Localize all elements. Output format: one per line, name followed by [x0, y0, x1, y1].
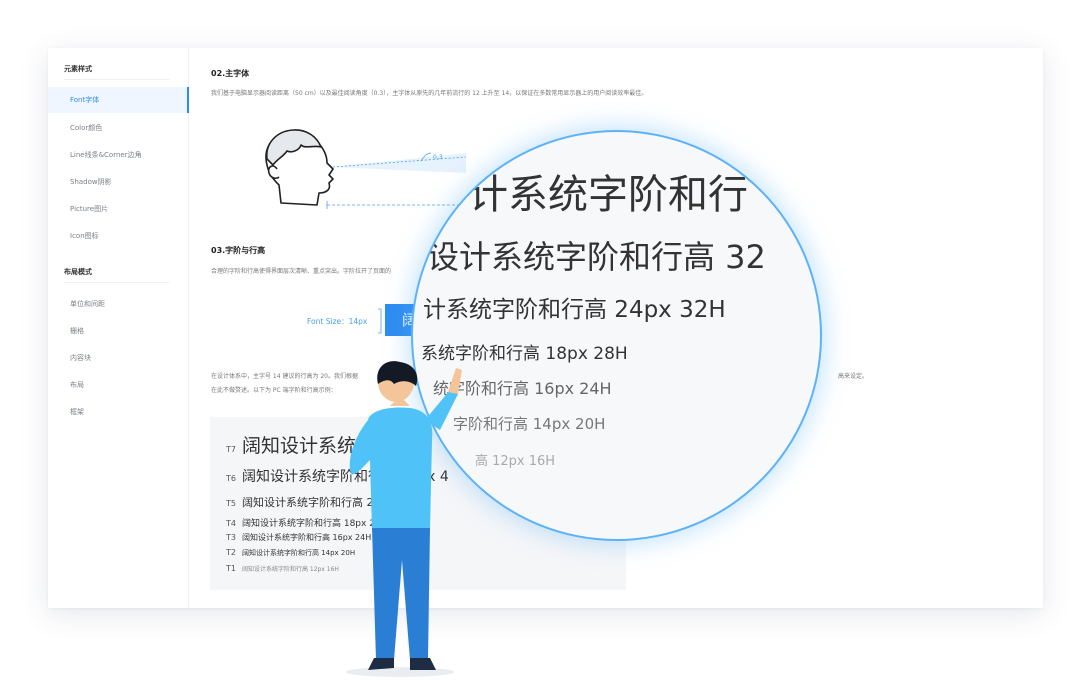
- magnifier-lens: 计系统字阶和行 设计系统字阶和行高 32 计系统字阶和行高 24px 32H 系…: [413, 132, 820, 539]
- sidebar-item-line-corner[interactable]: Line线条&Corner边角: [48, 142, 188, 168]
- sidebar-item-shadow[interactable]: Shadow阴影: [48, 169, 188, 195]
- pants: [372, 528, 430, 660]
- magnified-line-t1: 高 12px 16H: [475, 454, 556, 469]
- sidebar-item-content-block[interactable]: 内容块: [48, 345, 188, 371]
- type-tag: T3: [226, 533, 236, 542]
- left-shoe: [368, 658, 394, 670]
- head-profile-icon: [265, 129, 334, 206]
- magnified-line-t6: 设计系统字阶和行高 32: [427, 238, 766, 276]
- sidebar-item-picture[interactable]: Picture图片: [48, 196, 188, 222]
- section-title-main-font: 02.主字体: [211, 69, 250, 78]
- sidebar-divider: [64, 282, 170, 283]
- magnified-line-t7: 计系统字阶和行: [468, 172, 748, 218]
- type-tag: T1: [226, 564, 236, 573]
- section-title-type-scale: 03.字阶与行高: [211, 246, 266, 255]
- type-scale-body-1-tail: 高来设定。: [838, 373, 869, 380]
- sidebar-divider: [64, 79, 170, 80]
- type-tag: T2: [226, 548, 236, 557]
- sidebar-item-units-spacing[interactable]: 单位和间距: [48, 291, 188, 317]
- type-sample-text: 阔知设计系统字阶和行高 12px 16H: [241, 566, 339, 573]
- type-tag: T4: [226, 519, 236, 528]
- type-tag: T6: [226, 474, 236, 483]
- type-scale-body-2: 在此不做赘述。以下为 PC 端字阶和行高示例：: [211, 387, 337, 394]
- sidebar-item-frame[interactable]: 框架: [48, 399, 188, 425]
- sidebar-item-font[interactable]: Font字体: [48, 87, 189, 113]
- section-desc-type-scale: 合理的字阶和行高使得界面层次清晰、重点突出。字阶拉开了页面的: [211, 268, 392, 275]
- pointing-hand: [448, 368, 462, 394]
- type-row-t1: T1 阔知设计系统字阶和行高 12px 16H: [226, 564, 339, 573]
- size-bracket: [378, 308, 382, 334]
- pointing-person-illustration: [346, 361, 462, 677]
- shirt: [349, 407, 433, 530]
- sidebar-group-title-layout: 布局模式: [64, 268, 92, 276]
- type-tag: T5: [226, 499, 236, 508]
- sidebar-item-grid[interactable]: 栅格: [48, 318, 188, 344]
- sight-cone: [333, 153, 466, 173]
- magnified-line-t2: 字阶和行高 14px 20H: [453, 415, 606, 433]
- right-shoe: [410, 658, 436, 670]
- angle-label: 0.3: [433, 154, 443, 161]
- sidebar-group-title-elements: 元素样式: [64, 65, 92, 73]
- font-size-label-text: Font Size：: [307, 317, 349, 326]
- ground-shadow: [346, 667, 454, 677]
- sidebar-item-icon[interactable]: Icon图标: [48, 223, 188, 249]
- magnified-line-t5: 计系统字阶和行高 24px 32H: [423, 297, 726, 323]
- section-desc-main-font: 我们基于电脑显示器阅读距离（50 cm）以及最佳阅读角度（0.3），主字体从原先…: [211, 90, 648, 97]
- sidebar-item-layout[interactable]: 布局: [48, 372, 188, 398]
- sidebar-nav: 元素样式 Font字体 Color颜色 Line线条&Corner边角 Shad…: [48, 48, 189, 608]
- type-tag: T7: [226, 445, 236, 454]
- sidebar-item-color[interactable]: Color颜色: [48, 115, 188, 141]
